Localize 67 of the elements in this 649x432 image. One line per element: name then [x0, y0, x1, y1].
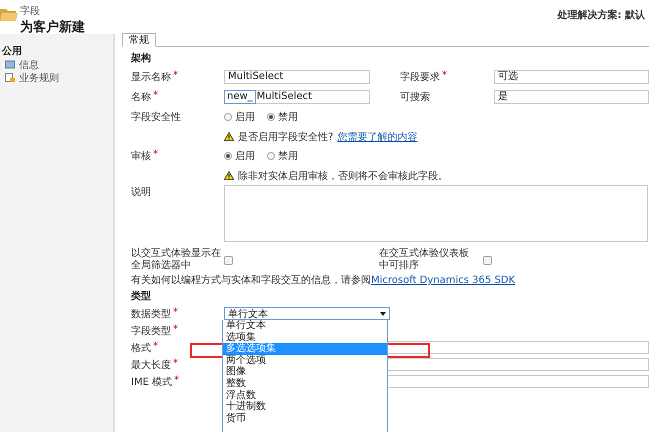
- tab[interactable]: 常规: [122, 33, 156, 47]
- radio-button[interactable]: [224, 152, 232, 160]
- radio-label: 禁用: [278, 150, 298, 163]
- warning-icon: [224, 132, 234, 141]
- sidebar-section: 公用: [0, 44, 113, 58]
- field-label: 显示名称: [131, 71, 171, 84]
- dropdown-option[interactable]: 整数: [223, 378, 387, 390]
- dropdown-option[interactable]: 两个选项: [223, 354, 387, 366]
- checkbox[interactable]: [224, 256, 233, 264]
- dropdown-option[interactable]: 十进制数: [223, 401, 387, 413]
- field-label: 名称: [131, 91, 151, 104]
- description-field[interactable]: [224, 185, 648, 242]
- field-label: 数据类型: [131, 308, 171, 320]
- required-mark: *: [173, 358, 178, 370]
- warning-text: 除非对实体启用审核，否则将不会审核此字段。: [238, 170, 448, 182]
- radio-button[interactable]: [224, 113, 232, 121]
- warning-text: 是否启用字段安全性?: [238, 130, 334, 144]
- warning-icon: [224, 171, 234, 180]
- dropdown-option[interactable]: 选项集: [223, 332, 387, 344]
- field-label: 最大长度: [131, 358, 171, 372]
- folder-icon: [0, 6, 18, 22]
- section-heading: 架构: [131, 52, 151, 66]
- field-label: 可搜索: [400, 90, 430, 104]
- field-label: 字段安全性: [131, 110, 181, 124]
- field-label: 审核: [131, 150, 151, 163]
- dropdown-option[interactable]: 浮点数: [223, 390, 387, 402]
- field-label: IME 模式: [131, 376, 172, 388]
- info-text: 有关如何以编程方式与实体和字段交互的信息，请参阅: [131, 274, 371, 288]
- section-heading: 类型: [131, 290, 151, 304]
- data-type-dropdown[interactable]: 单行文本: [224, 307, 390, 320]
- dropdown-option[interactable]: 货币: [223, 412, 387, 424]
- radio-label: 禁用: [278, 110, 298, 124]
- sidebar-item[interactable]: 业务规则: [19, 70, 59, 84]
- required-mark: *: [173, 324, 178, 336]
- radio-label: 启用: [235, 110, 255, 124]
- checkbox-label: 以交互式体验显示在全局筛选器中: [131, 248, 222, 272]
- checkbox-label: 在交互式体验仪表板中可排序: [379, 248, 470, 272]
- solution-label: 处理解决方案: 默认: [558, 8, 645, 22]
- required-mark: *: [173, 306, 178, 320]
- prefix-field[interactable]: new_: [224, 90, 256, 104]
- dropdown-option[interactable]: 图像: [223, 366, 387, 378]
- required-mark: *: [153, 90, 158, 103]
- required-mark: *: [442, 70, 447, 83]
- input-field[interactable]: new_ MultiSelect: [224, 90, 370, 104]
- field-label: 说明: [131, 186, 151, 199]
- radio-button[interactable]: [267, 152, 275, 160]
- page-title: 为客户新建: [20, 18, 85, 36]
- dropdown-option[interactable]: 单行文本: [223, 320, 387, 332]
- required-mark: *: [153, 149, 158, 162]
- field-label: 格式: [131, 342, 151, 354]
- help-link[interactable]: 您需要了解的内容: [337, 130, 418, 144]
- entity-label: 字段: [20, 4, 41, 18]
- sidebar-item[interactable]: 信息: [19, 58, 39, 72]
- field-label: 字段类型: [131, 324, 171, 338]
- input-field[interactable]: MultiSelect: [224, 70, 370, 84]
- required-mark: *: [174, 374, 180, 388]
- input-field[interactable]: 可选: [494, 70, 649, 84]
- caret-icon: [380, 312, 386, 316]
- checkbox[interactable]: [483, 256, 492, 264]
- required-mark: *: [153, 340, 158, 354]
- sdk-link[interactable]: Microsoft Dynamics 365 SDK: [371, 273, 516, 289]
- field-label: 字段要求: [400, 70, 440, 84]
- input-field[interactable]: 是: [494, 90, 649, 104]
- form-icon: [5, 60, 15, 69]
- radio-label: 启用: [235, 150, 255, 163]
- required-mark: *: [173, 70, 178, 83]
- radio-button[interactable]: [267, 113, 275, 121]
